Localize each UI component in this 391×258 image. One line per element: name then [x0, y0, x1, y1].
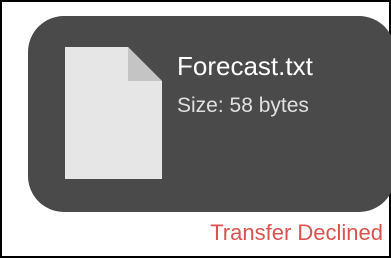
transfer-status: Transfer Declined	[210, 220, 383, 245]
file-size: Size: 58 bytes	[177, 94, 309, 117]
file-transfer-message: Forecast.txt Size: 58 bytes Transfer Dec…	[0, 0, 391, 258]
document-icon	[65, 47, 162, 179]
file-name: Forecast.txt	[177, 51, 313, 81]
file-card[interactable]: Forecast.txt Size: 58 bytes	[28, 16, 391, 212]
